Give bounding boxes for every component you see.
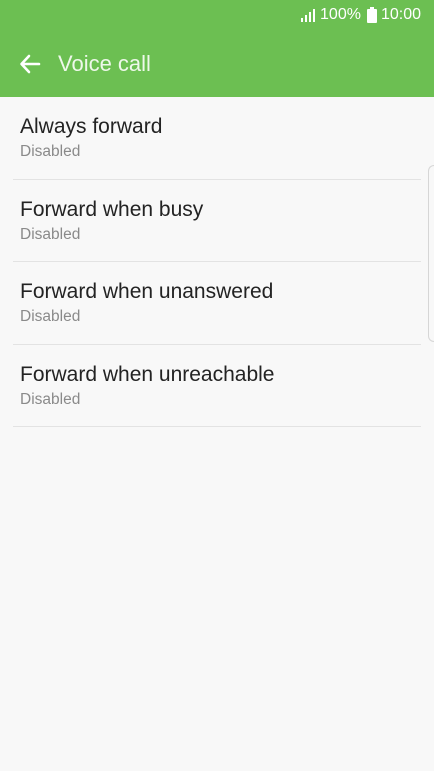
- item-title: Forward when busy: [20, 197, 204, 221]
- battery-percent: 100%: [320, 6, 361, 23]
- status-bar: 100% 10:00: [0, 0, 434, 30]
- arrow-left-icon: [20, 54, 41, 74]
- item-status: Disabled: [20, 225, 81, 243]
- list-item-forward-when-busy[interactable]: Forward when busy Disabled: [0, 180, 434, 262]
- item-title: Forward when unanswered: [20, 280, 274, 303]
- list-item-forward-when-unreachable[interactable]: Forward when unreachable Disabled: [0, 345, 434, 427]
- back-button[interactable]: [10, 44, 50, 84]
- edge-panel-handle[interactable]: [428, 165, 434, 342]
- divider: [13, 426, 421, 427]
- item-title: Forward when unreachable: [20, 362, 275, 386]
- page-title: Voice call: [58, 51, 151, 76]
- status-time: 10:00: [380, 6, 421, 23]
- status-indicators: 100% 10:00: [300, 6, 421, 24]
- title-bar: Voice call: [0, 40, 434, 88]
- item-title: Always forward: [20, 115, 163, 138]
- item-status: Disabled: [20, 390, 81, 408]
- signal-icon: [301, 9, 316, 22]
- list-item-always-forward[interactable]: Always forward Disabled: [0, 97, 434, 180]
- item-status: Disabled: [20, 143, 81, 160]
- battery-icon: [366, 7, 377, 23]
- list-item-forward-when-unanswered[interactable]: Forward when unanswered Disabled: [0, 262, 434, 345]
- call-forwarding-list: Always forward Disabled Forward when bus…: [0, 97, 434, 427]
- item-status: Disabled: [20, 308, 81, 325]
- app-header: 100% 10:00 Voice call: [0, 0, 434, 97]
